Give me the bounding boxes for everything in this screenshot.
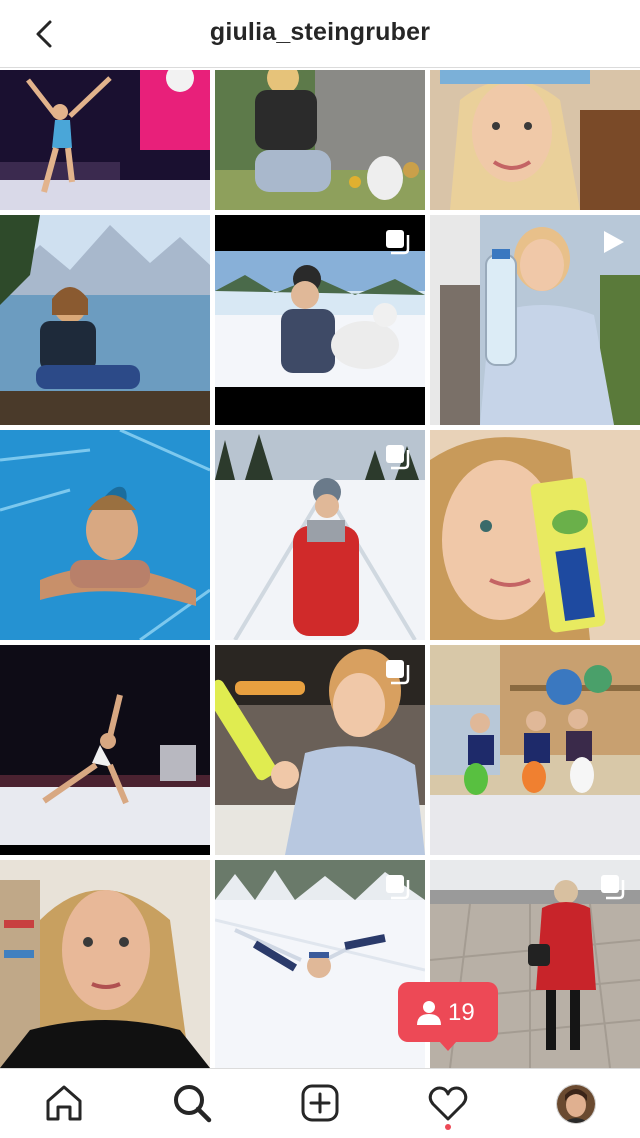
post-tile[interactable] (0, 860, 210, 1068)
post-tile[interactable] (215, 70, 425, 210)
activity-indicator-dot (445, 1124, 451, 1130)
header: giulia_steingruber (0, 0, 640, 68)
post-tile[interactable] (215, 645, 425, 855)
bottom-tab-bar (0, 1068, 640, 1138)
plus-square-icon[interactable] (298, 1081, 342, 1125)
heart-icon[interactable] (426, 1081, 470, 1125)
post-tile[interactable] (430, 70, 640, 210)
follower-count: 19 (448, 999, 475, 1026)
post-tile[interactable] (215, 430, 425, 640)
profile-username: giulia_steingruber (209, 18, 431, 46)
multiple-photos-icon (386, 445, 410, 470)
post-tile[interactable] (0, 645, 210, 855)
post-tile[interactable] (215, 860, 425, 1068)
multiple-photos-icon (386, 230, 410, 255)
person-icon (417, 1001, 441, 1025)
home-icon[interactable] (42, 1081, 86, 1125)
notification-tail (439, 1041, 457, 1051)
post-tile[interactable] (215, 215, 425, 425)
posts-grid (0, 70, 640, 1068)
video-play-icon (604, 231, 624, 253)
avatar[interactable] (556, 1084, 596, 1124)
post-tile[interactable] (0, 70, 210, 210)
post-tile[interactable] (430, 645, 640, 855)
follower-notification[interactable]: 19 (398, 982, 498, 1051)
multiple-photos-icon (601, 875, 625, 900)
search-icon[interactable] (170, 1081, 214, 1125)
post-tile[interactable] (0, 215, 210, 425)
post-tile[interactable] (0, 430, 210, 640)
multiple-photos-icon (386, 660, 410, 685)
post-tile[interactable] (430, 215, 640, 425)
post-tile[interactable] (430, 430, 640, 640)
multiple-photos-icon (386, 875, 410, 900)
